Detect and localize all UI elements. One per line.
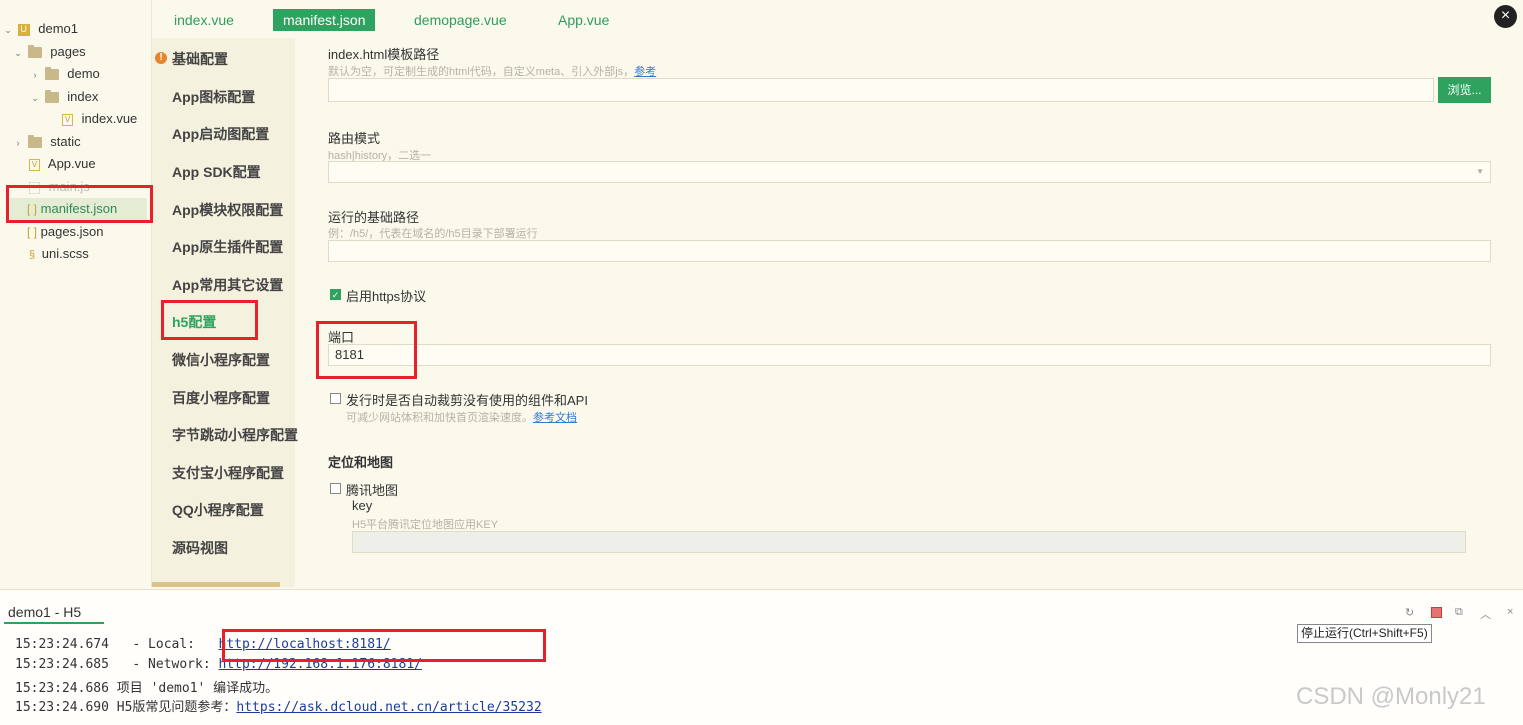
close-console-icon[interactable]: × xyxy=(1507,606,1513,618)
tencent-key-label: key xyxy=(352,498,373,513)
tree-item-label: uni.scss xyxy=(41,246,89,261)
router-mode-select[interactable]: ▼ xyxy=(328,161,1491,183)
treeshake-label: 发行时是否自动裁剪没有使用的组件和API xyxy=(346,393,588,408)
tree-item-pages-json[interactable]: [ ] pages.json xyxy=(27,221,104,243)
json-file-icon: [ ] xyxy=(27,225,38,239)
tree-item-label: pages.json xyxy=(40,224,104,239)
treeshake-hint: 可减少网站体积和加快首页渲染速度。参考文档 xyxy=(346,409,577,425)
folder-icon xyxy=(44,90,59,104)
chevron-down-icon[interactable]: ⌄ xyxy=(2,19,14,41)
nav-item-app-splash[interactable]: App启动图配置 xyxy=(172,123,269,145)
folder-icon xyxy=(27,135,42,149)
chevron-down-icon[interactable]: ⌄ xyxy=(29,87,41,109)
chevron-down-icon[interactable]: ⌄ xyxy=(12,42,24,64)
console-line: 15:23:24.690 H5版常见问题参考：https://ask.dclou… xyxy=(15,696,542,715)
tree-item-app-vue[interactable]: V App.vue xyxy=(29,153,96,175)
export-icon[interactable]: ⧉ xyxy=(1455,606,1463,619)
highlight-box-h5 xyxy=(161,300,258,340)
nav-scrollbar[interactable] xyxy=(152,582,280,587)
folder-icon xyxy=(44,67,59,81)
nav-item-app-modules[interactable]: App模块权限配置 xyxy=(172,199,283,221)
tree-item-label: static xyxy=(50,134,81,149)
highlight-box-local-url xyxy=(222,629,546,662)
tencent-key-hint: H5平台腾讯定位地图应用KEY xyxy=(352,519,499,531)
https-checkbox[interactable]: ✓ xyxy=(330,289,341,300)
treeshake-checkbox[interactable] xyxy=(330,393,341,404)
tab-index-vue[interactable]: index.vue xyxy=(164,9,244,31)
tencent-map-label: 腾讯地图 xyxy=(346,483,399,498)
nav-item-baidu[interactable]: 百度小程序配置 xyxy=(172,387,270,409)
console-line-text: 15:23:24.685 - Network: xyxy=(15,657,219,672)
tree-item-pages[interactable]: ⌄ pages xyxy=(12,41,86,64)
highlight-box-manifest xyxy=(6,185,153,223)
https-label: 启用https协议 xyxy=(346,289,427,304)
close-icon[interactable]: × xyxy=(1494,5,1517,28)
tree-item-label: App.vue xyxy=(47,156,96,171)
template-path-hint: 默认为空，可定制生成的html代码，自定义meta、引入外部js，参考 xyxy=(328,63,656,79)
template-path-label: index.html模板路径 xyxy=(328,47,440,62)
base-path-label: 运行的基础路径 xyxy=(328,210,420,225)
nav-item-qq[interactable]: QQ小程序配置 xyxy=(172,499,264,521)
console-line-text: 15:23:24.686 项目 'demo1' 编译成功。 xyxy=(15,681,279,696)
tab-demopage-vue[interactable]: demopage.vue xyxy=(404,9,517,31)
port-input[interactable]: 8181 xyxy=(328,344,1491,366)
console-tab[interactable]: demo1 - H5 xyxy=(4,602,104,624)
chevron-up-icon[interactable]: ︿ xyxy=(1480,606,1491,622)
router-mode-label: 路由模式 xyxy=(328,131,381,146)
tree-item-label: demo xyxy=(67,66,100,81)
tab-app-vue[interactable]: App.vue xyxy=(548,9,619,31)
location-map-section-title: 定位和地图 xyxy=(328,455,394,470)
template-path-doc-link[interactable]: 参考 xyxy=(634,66,656,78)
tree-item-index-vue[interactable]: V index.vue xyxy=(62,108,137,130)
console-line-text: 15:23:24.690 H5版常见问题参考： xyxy=(15,700,237,715)
tree-item-label: demo1 xyxy=(38,21,78,36)
treeshake-doc-link[interactable]: 参考文档 xyxy=(533,412,577,424)
vue-file-icon: V xyxy=(29,158,40,171)
console-line-text: 15:23:24.674 - Local: xyxy=(15,637,219,652)
tab-manifest-json[interactable]: manifest.json xyxy=(273,9,376,31)
highlight-box-port xyxy=(316,321,417,379)
tree-item-static[interactable]: › static xyxy=(12,131,81,153)
faq-link[interactable]: https://ask.dcloud.net.cn/article/35232 xyxy=(236,700,541,715)
file-tree: ⌄ U demo1 ⌄ pages › demo ⌄ index V index… xyxy=(0,0,152,587)
nav-item-app-sdk[interactable]: App SDK配置 xyxy=(172,161,261,183)
restart-icon[interactable]: ↻ xyxy=(1405,606,1414,619)
browse-button[interactable]: 浏览... xyxy=(1438,77,1491,103)
nav-item-app-icon[interactable]: App图标配置 xyxy=(172,86,255,108)
treeshake-hint-text: 可减少网站体积和加快首页渲染速度。 xyxy=(346,412,533,424)
vue-file-icon: V xyxy=(62,113,73,126)
nav-item-source[interactable]: 源码视图 xyxy=(172,537,228,559)
editor-tab-bar: index.vue manifest.json demopage.vue App… xyxy=(152,0,1523,38)
base-path-hint: 例：/h5/，代表在域名的/h5目录下部署运行 xyxy=(328,228,538,240)
chevron-right-icon[interactable]: › xyxy=(29,64,41,86)
tree-item-label: pages xyxy=(50,44,86,59)
tree-item-uni-scss[interactable]: § uni.scss xyxy=(29,243,89,265)
nav-item-weixin[interactable]: 微信小程序配置 xyxy=(172,349,270,371)
nav-item-app-native-plugins[interactable]: App原生插件配置 xyxy=(172,236,283,258)
stop-icon[interactable] xyxy=(1431,607,1442,618)
tencent-map-checkbox[interactable] xyxy=(330,483,341,494)
template-path-input[interactable] xyxy=(328,78,1434,102)
nav-item-toutiao[interactable]: 字节跳动小程序配置 xyxy=(172,424,298,446)
tree-item-demo1[interactable]: ⌄ U demo1 xyxy=(2,18,78,40)
nav-item-basic[interactable]: 基础配置 xyxy=(172,48,228,70)
warning-icon: ! xyxy=(155,52,167,64)
nav-item-app-other[interactable]: App常用其它设置 xyxy=(172,274,283,296)
folder-icon xyxy=(27,45,42,59)
console-line: 15:23:24.686 项目 'demo1' 编译成功。 xyxy=(15,677,278,696)
tree-item-label: index.vue xyxy=(81,111,138,126)
scss-file-icon: § xyxy=(29,249,36,261)
tree-item-label: index xyxy=(67,89,99,104)
chevron-right-icon[interactable]: › xyxy=(12,132,24,154)
project-icon: U xyxy=(17,23,30,36)
nav-item-alipay[interactable]: 支付宝小程序配置 xyxy=(172,462,284,484)
chevron-down-icon: ▼ xyxy=(1476,167,1484,176)
template-path-hint-text: 默认为空，可定制生成的html代码，自定义meta、引入外部js， xyxy=(328,66,635,78)
tree-item-demo[interactable]: › demo xyxy=(29,63,100,85)
tree-item-index[interactable]: ⌄ index xyxy=(29,86,98,108)
watermark: CSDN @Monly21 xyxy=(1296,683,1486,710)
base-path-input[interactable] xyxy=(328,240,1491,262)
stop-tooltip: 停止运行(Ctrl+Shift+F5) xyxy=(1297,624,1432,643)
tencent-key-input[interactable] xyxy=(352,531,1466,553)
